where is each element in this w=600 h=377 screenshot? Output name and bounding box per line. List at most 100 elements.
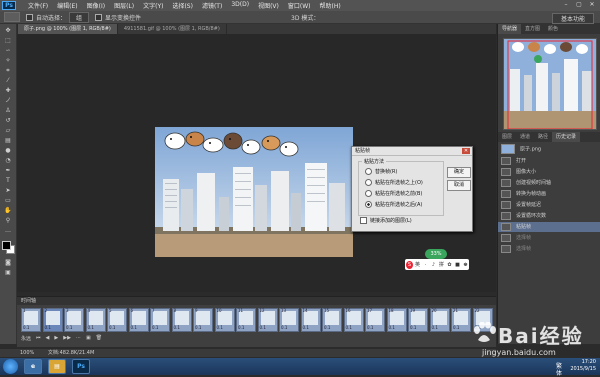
menu-item[interactable]: 滤镜(T): [202, 1, 222, 10]
menu-item[interactable]: 选择(S): [172, 1, 193, 10]
frame-delay[interactable]: 0.1: [281, 325, 287, 330]
radio-paste-after[interactable]: 粘贴在所选帧之后(A): [365, 201, 422, 209]
frame-delay[interactable]: 0.1: [131, 325, 137, 330]
frame-delay[interactable]: 0.1: [195, 325, 201, 330]
link-layers-checkbox[interactable]: 链接添加的图层(L): [360, 217, 412, 225]
brush-tool-icon[interactable]: ノ: [3, 98, 13, 104]
frame-delay[interactable]: 0.1: [410, 325, 416, 330]
history-item[interactable]: 图像大小: [498, 167, 600, 177]
timeline-frame[interactable]: 16 0.1: [343, 308, 364, 332]
timeline-frame[interactable]: 14 0.1: [300, 308, 321, 332]
ime-language-toggle[interactable]: 英: [414, 261, 421, 269]
timeline-frame[interactable]: 5 0.1: [107, 308, 127, 332]
timeline-frame[interactable]: 17 0.1: [365, 308, 385, 332]
loop-dropdown[interactable]: 永远: [21, 335, 31, 342]
tab-document-1[interactable]: 原子.png @ 100% (图层 1, RGB/8#): [18, 24, 118, 34]
shape-tool-icon[interactable]: ▭: [3, 198, 13, 204]
history-item[interactable]: 设置循环次数: [498, 211, 600, 221]
document-canvas[interactable]: [155, 127, 353, 257]
menu-item[interactable]: 3D(D): [231, 1, 249, 10]
minimize-icon[interactable]: –: [560, 1, 572, 9]
move-tool-preset-icon[interactable]: [4, 12, 20, 22]
timeline-frame[interactable]: 3 0.1: [64, 308, 84, 332]
timeline-frame[interactable]: 7 0.1: [150, 308, 170, 332]
history-item[interactable]: 选择帧: [498, 233, 600, 243]
first-frame-icon[interactable]: ⏮: [36, 335, 41, 342]
color-swatches[interactable]: [1, 240, 15, 254]
screen-mode-icon[interactable]: ▣: [3, 270, 13, 276]
delete-frame-icon[interactable]: 🗑: [96, 335, 102, 342]
auto-select-checkbox[interactable]: [26, 13, 33, 21]
timeline-frame[interactable]: 12 0.1: [257, 308, 278, 332]
tab-layers[interactable]: 图层: [498, 132, 516, 142]
timeline-frame[interactable]: 9 0.1: [193, 308, 213, 332]
timeline-frame[interactable]: 13 0.1: [279, 308, 299, 332]
ime-pinyin-icon[interactable]: 拼: [438, 261, 445, 269]
history-item[interactable]: 创建视频时间轴: [498, 178, 600, 188]
radio-selected-icon[interactable]: [365, 201, 372, 208]
menu-item[interactable]: 窗口(W): [288, 1, 311, 10]
frame-delay[interactable]: 0.1: [66, 325, 72, 330]
frame-delay[interactable]: 0.1: [432, 325, 438, 330]
history-item[interactable]: 选择帧: [498, 244, 600, 254]
ie-browser-icon[interactable]: e: [24, 359, 42, 374]
auto-select-dropdown[interactable]: 组: [69, 11, 90, 23]
cancel-button[interactable]: 取消: [447, 180, 471, 191]
crop-tool-icon[interactable]: ⌗: [3, 68, 13, 74]
timeline-frame[interactable]: 4 0.1: [85, 308, 106, 332]
timeline-frame[interactable]: 10 0.1: [214, 308, 235, 332]
marquee-tool-icon[interactable]: ⬚: [3, 38, 13, 44]
pen-tool-icon[interactable]: ✒: [3, 168, 13, 174]
tween-icon[interactable]: ⋯: [76, 335, 81, 342]
navigator-thumbnail[interactable]: [503, 38, 597, 130]
menu-item[interactable]: 文件(F): [28, 1, 48, 10]
menu-item[interactable]: 图层(L): [114, 1, 134, 10]
frame-delay[interactable]: 0.1: [152, 325, 158, 330]
history-brush-tool-icon[interactable]: ↺: [3, 118, 13, 124]
history-item[interactable]: 打开: [498, 156, 600, 166]
radio-paste-over[interactable]: 粘贴在所选帧之上(O): [365, 179, 423, 187]
play-icon[interactable]: ▶: [54, 335, 58, 342]
eraser-tool-icon[interactable]: ▱: [3, 128, 13, 134]
tab-color[interactable]: 颜色: [544, 24, 562, 34]
frame-delay[interactable]: 0.1: [238, 325, 244, 330]
stamp-tool-icon[interactable]: ♙: [3, 108, 13, 114]
ok-button[interactable]: 确定: [447, 167, 471, 178]
tab-channels[interactable]: 通道: [516, 132, 534, 142]
frame-delay[interactable]: 0.1: [303, 325, 309, 330]
tab-histogram[interactable]: 直方图: [521, 24, 544, 34]
frame-delay[interactable]: 0.1: [324, 325, 330, 330]
clock-date[interactable]: 2015/9/15: [570, 366, 596, 373]
path-selection-tool-icon[interactable]: ➤: [3, 188, 13, 194]
history-item[interactable]: 转换为帧动画: [498, 189, 600, 199]
menu-item[interactable]: 文字(Y): [143, 1, 163, 10]
foreground-color-swatch[interactable]: [2, 241, 11, 250]
menu-item[interactable]: 编辑(E): [57, 1, 77, 10]
radio-replace-frames[interactable]: 替换帧(R): [365, 168, 397, 176]
tab-document-2[interactable]: 4911581.gif @ 100% (图层 1, RGB/8#): [118, 24, 227, 34]
quick-mask-icon[interactable]: ◙: [3, 260, 13, 266]
next-frame-icon[interactable]: ▶▶: [63, 335, 71, 342]
tab-navigator[interactable]: 导航器: [498, 24, 522, 34]
file-explorer-icon[interactable]: ▤: [48, 359, 66, 374]
menu-item[interactable]: 帮助(H): [320, 1, 341, 10]
start-button[interactable]: [3, 359, 18, 374]
timeline-frame[interactable]: 15 0.1: [322, 308, 342, 332]
type-tool-icon[interactable]: T: [3, 178, 13, 184]
zoom-tool-icon[interactable]: ⚲: [3, 218, 13, 224]
move-tool-icon[interactable]: ✥: [3, 28, 13, 34]
frame-delay[interactable]: 0.1: [453, 325, 459, 330]
frame-delay[interactable]: 0.1: [109, 325, 115, 330]
gradient-tool-icon[interactable]: ▤: [3, 138, 13, 144]
dodge-tool-icon[interactable]: ◔: [3, 158, 13, 164]
dialog-close-icon[interactable]: ✕: [462, 148, 470, 154]
tab-history[interactable]: 历史记录: [552, 132, 581, 142]
blur-tool-icon[interactable]: ●: [3, 148, 13, 154]
radio-icon[interactable]: [365, 179, 372, 186]
ime-tools-icon[interactable]: ♚: [462, 261, 469, 269]
maximize-icon[interactable]: ▢: [573, 1, 585, 9]
timeline-frame[interactable]: 2 0.1: [42, 308, 63, 332]
ime-keyboard-icon[interactable]: ■: [454, 261, 461, 269]
frame-delay[interactable]: 0.1: [367, 325, 373, 330]
frame-delay[interactable]: 0.1: [346, 325, 352, 330]
